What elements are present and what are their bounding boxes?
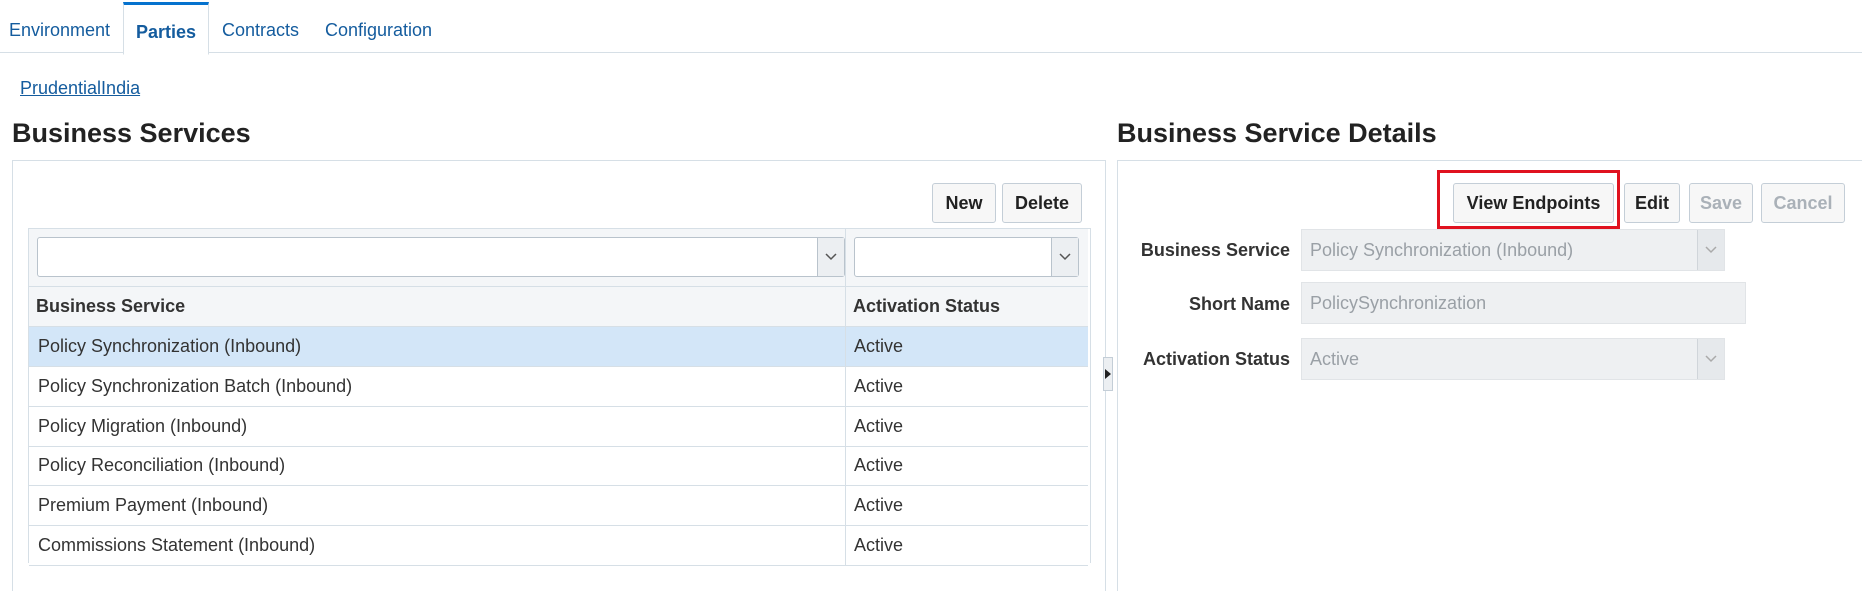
status-filter-combo[interactable] bbox=[854, 237, 1079, 277]
breadcrumb-party-link[interactable]: PrudentialIndia bbox=[20, 78, 140, 99]
edit-button[interactable]: Edit bbox=[1624, 183, 1680, 223]
table-row[interactable]: Premium Payment (Inbound) Active bbox=[29, 486, 1088, 526]
short-name-label: Short Name bbox=[1188, 294, 1290, 314]
chevron-down-icon[interactable] bbox=[1051, 238, 1078, 276]
column-header-business-service[interactable]: Business Service bbox=[36, 287, 185, 326]
cancel-button[interactable]: Cancel bbox=[1761, 183, 1845, 223]
row-status-cell: Active bbox=[854, 455, 904, 475]
short-name-value: PolicySynchronization bbox=[1310, 293, 1487, 313]
tab-contracts[interactable]: Contracts bbox=[222, 0, 299, 52]
row-service-cell: Policy Synchronization (Inbound) bbox=[38, 336, 302, 356]
tab-environment[interactable]: Environment bbox=[9, 0, 110, 52]
new-button[interactable]: New bbox=[932, 183, 996, 223]
short-name-field[interactable]: PolicySynchronization bbox=[1301, 282, 1746, 324]
row-status-cell: Active bbox=[854, 495, 904, 515]
service-filter-combo[interactable] bbox=[37, 237, 845, 277]
row-service-cell: Policy Migration (Inbound) bbox=[38, 416, 248, 436]
table-filter-row bbox=[29, 229, 1088, 287]
row-service-cell: Policy Reconciliation (Inbound) bbox=[38, 455, 286, 475]
activation-status-label: Activation Status bbox=[1142, 349, 1290, 369]
table-row[interactable]: Policy Reconciliation (Inbound) Active bbox=[29, 446, 1088, 486]
highlight-box bbox=[1437, 170, 1620, 229]
tab-configuration[interactable]: Configuration bbox=[325, 0, 432, 52]
column-divider bbox=[845, 229, 846, 286]
chevron-down-icon[interactable] bbox=[817, 238, 844, 276]
chevron-down-icon bbox=[1697, 230, 1724, 270]
column-divider bbox=[845, 526, 846, 565]
row-service-cell: Commissions Statement (Inbound) bbox=[38, 535, 316, 555]
column-header-activation-status[interactable]: Activation Status bbox=[853, 287, 1000, 326]
row-status-cell: Active bbox=[854, 336, 904, 356]
main-tab-bar: Environment Parties Contracts Configurat… bbox=[0, 0, 1862, 55]
caret-right-icon bbox=[1105, 369, 1111, 379]
chevron-down-icon bbox=[1697, 339, 1724, 379]
table-row[interactable]: Commissions Statement (Inbound) Active bbox=[29, 526, 1088, 566]
business-service-details-title: Business Service Details bbox=[1117, 118, 1437, 148]
table-header-row: Business Service Activation Status bbox=[29, 287, 1088, 327]
table-row[interactable]: Policy Migration (Inbound) Active bbox=[29, 407, 1088, 447]
table-row[interactable]: Policy Synchronization Batch (Inbound) A… bbox=[29, 367, 1088, 407]
row-status-cell: Active bbox=[854, 416, 904, 436]
column-divider bbox=[845, 446, 846, 485]
row-status-cell: Active bbox=[854, 376, 904, 396]
column-divider bbox=[845, 367, 846, 406]
row-service-cell: Premium Payment (Inbound) bbox=[38, 495, 269, 515]
save-button[interactable]: Save bbox=[1689, 183, 1753, 223]
row-service-cell: Policy Synchronization Batch (Inbound) bbox=[38, 376, 353, 396]
column-divider bbox=[845, 327, 846, 366]
column-divider bbox=[845, 287, 846, 326]
delete-button[interactable]: Delete bbox=[1002, 183, 1082, 223]
row-status-cell: Active bbox=[854, 535, 904, 555]
business-services-title: Business Services bbox=[12, 118, 251, 148]
activation-status-select[interactable]: Active bbox=[1301, 338, 1725, 380]
column-divider bbox=[845, 486, 846, 525]
activation-status-value: Active bbox=[1310, 349, 1360, 369]
column-divider bbox=[845, 407, 846, 446]
business-service-select[interactable]: Policy Synchronization (Inbound) bbox=[1301, 229, 1725, 271]
tab-parties[interactable]: Parties bbox=[123, 2, 209, 55]
business-service-label: Business Service bbox=[1140, 240, 1290, 260]
business-service-value: Policy Synchronization (Inbound) bbox=[1310, 240, 1574, 260]
table-row[interactable]: Policy Synchronization (Inbound) Active bbox=[29, 327, 1088, 367]
